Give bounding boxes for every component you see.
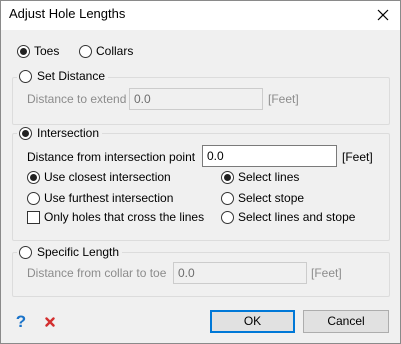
cancel-button[interactable]: Cancel bbox=[303, 310, 389, 333]
use-closest-radio[interactable] bbox=[27, 171, 40, 184]
select-lines-label[interactable]: Select lines bbox=[238, 170, 299, 184]
intersection-distance-label: Distance from intersection point bbox=[27, 150, 196, 164]
intersection-radio[interactable] bbox=[19, 126, 32, 140]
collars-label[interactable]: Collars bbox=[96, 44, 133, 58]
specific-length-radio[interactable] bbox=[19, 245, 32, 259]
specific-length-legend: Specific Length bbox=[17, 244, 123, 260]
ok-button[interactable]: OK bbox=[210, 310, 295, 333]
only-cross-label[interactable]: Only holes that cross the lines bbox=[44, 210, 204, 224]
select-stope-label[interactable]: Select stope bbox=[238, 191, 304, 205]
select-lines-and-stope-radio[interactable] bbox=[221, 211, 234, 224]
svg-text:?: ? bbox=[16, 312, 26, 330]
title-bar: Adjust Hole Lengths bbox=[1, 1, 400, 30]
toes-label[interactable]: Toes bbox=[34, 44, 59, 58]
only-cross-checkbox[interactable] bbox=[27, 211, 40, 224]
close-icon bbox=[377, 9, 389, 21]
cancel-icon-button[interactable] bbox=[41, 312, 59, 332]
distance-to-extend-label: Distance to extend bbox=[27, 92, 127, 106]
distance-collar-to-toe-input[interactable]: 0.0 bbox=[173, 262, 307, 284]
set-distance-radio[interactable] bbox=[19, 69, 32, 83]
help-icon: ? bbox=[16, 312, 26, 330]
intersection-distance-unit: [Feet] bbox=[342, 150, 373, 164]
select-lines-radio[interactable] bbox=[221, 171, 234, 184]
distance-collar-to-toe-label: Distance from collar to toe bbox=[27, 266, 167, 280]
toes-radio[interactable] bbox=[17, 45, 30, 58]
set-distance-label[interactable]: Set Distance bbox=[37, 69, 105, 83]
intersection-distance-input[interactable]: 0.0 bbox=[202, 145, 337, 167]
collars-radio[interactable] bbox=[79, 45, 92, 58]
dialog-content: Toes Collars Set Distance Distance to ex… bbox=[1, 30, 400, 343]
dialog-title: Adjust Hole Lengths bbox=[9, 6, 126, 21]
select-stope-radio[interactable] bbox=[221, 192, 234, 205]
close-button[interactable] bbox=[372, 4, 394, 26]
intersection-legend: Intersection bbox=[17, 125, 103, 141]
set-distance-legend: Set Distance bbox=[17, 68, 109, 84]
distance-collar-to-toe-unit: [Feet] bbox=[311, 266, 342, 280]
adjust-hole-lengths-dialog: Adjust Hole Lengths Toes Collars Set Dis… bbox=[0, 0, 401, 344]
cancel-x-icon bbox=[45, 317, 55, 327]
specific-length-label[interactable]: Specific Length bbox=[37, 245, 119, 259]
distance-to-extend-unit: [Feet] bbox=[268, 92, 299, 106]
use-furthest-radio[interactable] bbox=[27, 192, 40, 205]
intersection-label[interactable]: Intersection bbox=[37, 126, 99, 140]
use-closest-label[interactable]: Use closest intersection bbox=[44, 170, 171, 184]
select-lines-and-stope-label[interactable]: Select lines and stope bbox=[238, 210, 355, 224]
distance-to-extend-input[interactable]: 0.0 bbox=[129, 88, 263, 110]
help-button[interactable]: ? bbox=[12, 311, 30, 331]
use-furthest-label[interactable]: Use furthest intersection bbox=[44, 191, 173, 205]
